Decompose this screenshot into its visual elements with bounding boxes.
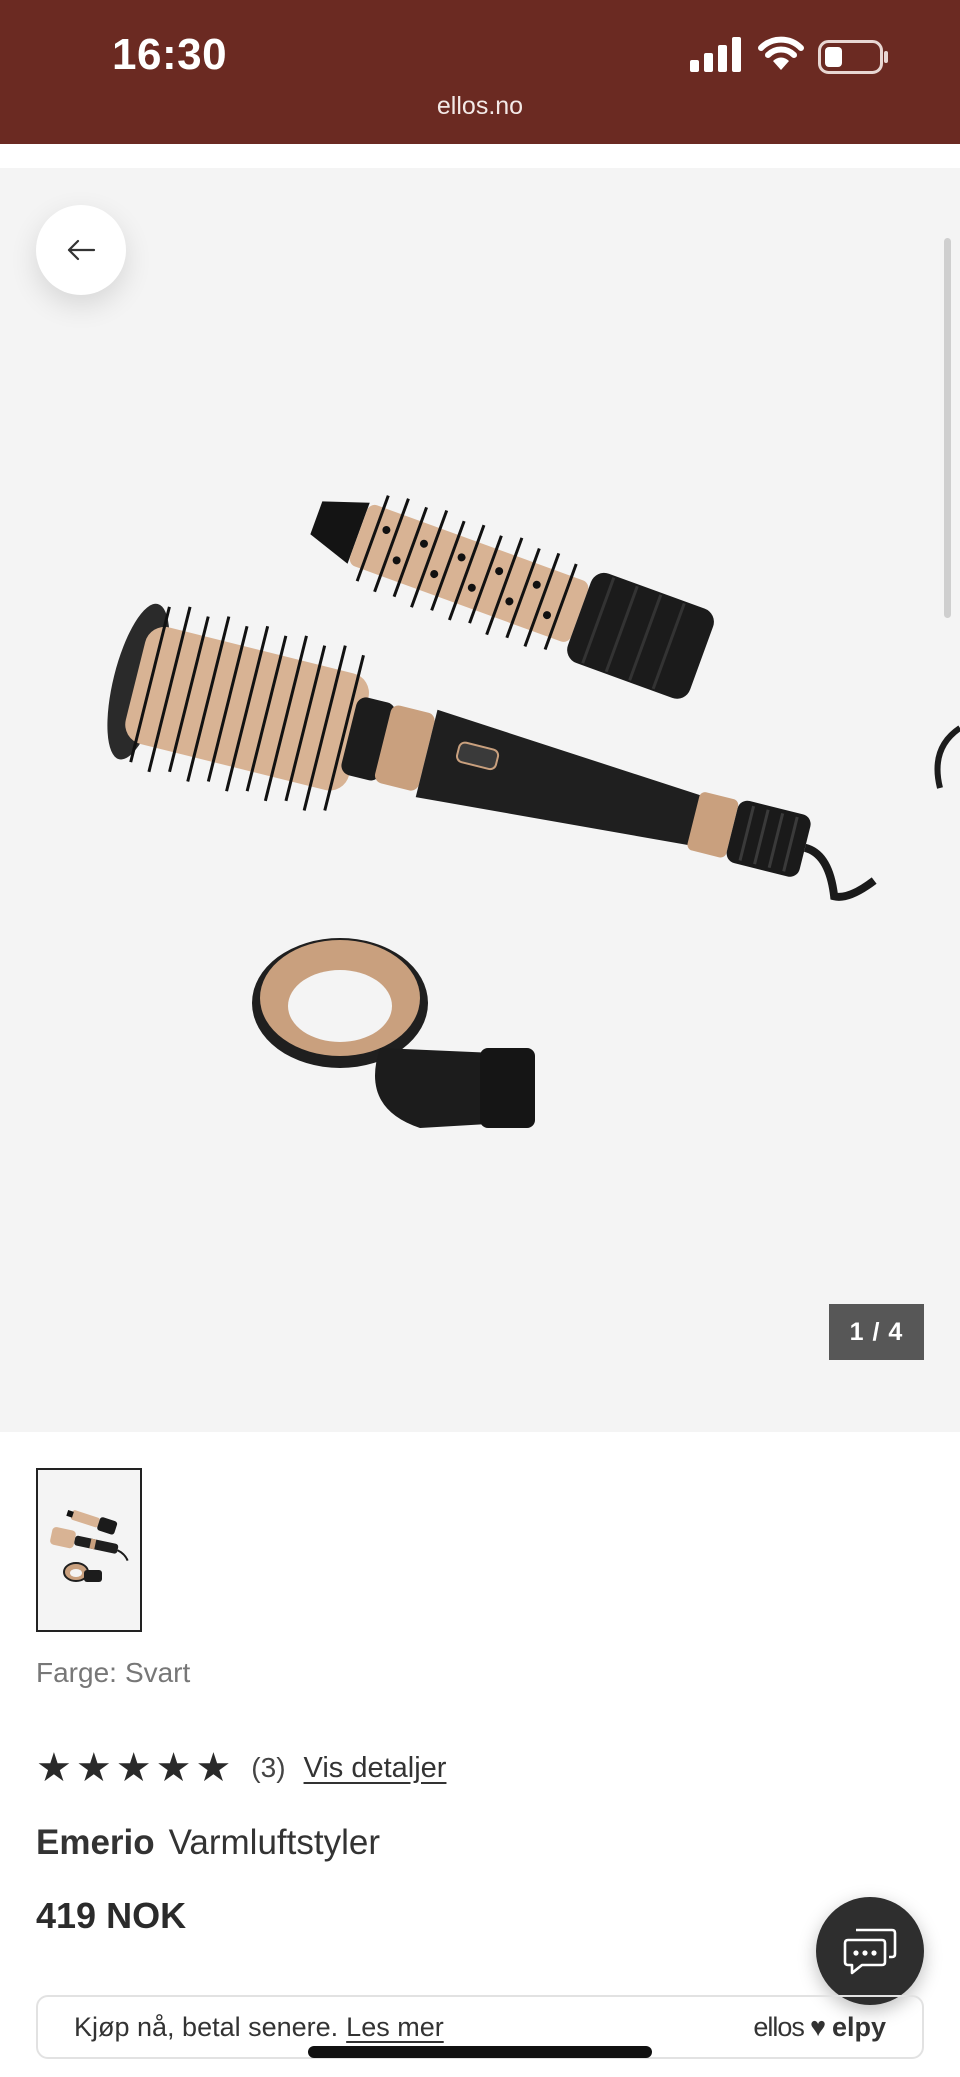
product-name: Varmluftstyler [168, 1823, 380, 1862]
star-icon: ★ [115, 1746, 152, 1790]
read-more-link[interactable]: Les mer [346, 2012, 444, 2043]
star-icon: ★ [195, 1746, 232, 1790]
image-counter: 1 / 4 [829, 1304, 924, 1360]
cellular-signal-icon [690, 37, 741, 72]
wifi-icon [758, 36, 804, 70]
thumbnail-image [50, 1510, 129, 1582]
product-thumbnail[interactable] [36, 1468, 142, 1632]
star-icon: ★ [75, 1746, 112, 1790]
rating-row: ★ ★ ★ ★ ★ (3) Vis detaljer [36, 1748, 446, 1788]
elpy-logo-text: elpy [831, 2011, 886, 2042]
product-price: 419 NOK [36, 1895, 187, 1936]
star-icon: ★ [36, 1746, 72, 1790]
gallery-scrollbar[interactable] [944, 238, 951, 618]
product-title: Emerio Varmluftstyler [36, 1823, 380, 1863]
home-indicator [308, 2046, 652, 2058]
arrow-left-icon [67, 239, 96, 261]
product-brand[interactable]: Emerio [36, 1823, 155, 1862]
top-spacer [0, 144, 960, 168]
product-image-gallery[interactable]: 1 / 4 [0, 168, 960, 1432]
browser-url[interactable]: ellos.no [0, 92, 960, 121]
battery-icon [818, 40, 888, 74]
review-count: (3) [251, 1752, 286, 1783]
heart-icon: ♥ [809, 2011, 826, 2042]
product-image [107, 495, 960, 1128]
chat-button[interactable] [816, 1897, 924, 2005]
star-icon: ★ [155, 1746, 192, 1790]
status-time: 16:30 [112, 30, 228, 79]
status-bar: 16:30 ellos.no [0, 0, 960, 144]
ellos-elpy-logo: ellos ♥ elpy [753, 2012, 886, 2043]
star-rating: ★ ★ ★ ★ ★ [36, 1748, 231, 1788]
view-details-link[interactable]: Vis detaljer [304, 1752, 447, 1785]
pay-later-text: Kjøp nå, betal senere. [74, 2011, 339, 2042]
back-button[interactable] [36, 205, 126, 295]
color-value: Svart [124, 1657, 191, 1688]
color-label: Farge: [36, 1657, 117, 1688]
ellos-logo-text: ellos [753, 2011, 805, 2042]
color-selection: Farge: Svart [36, 1657, 190, 1689]
chat-bubble-icon [843, 1928, 897, 1975]
